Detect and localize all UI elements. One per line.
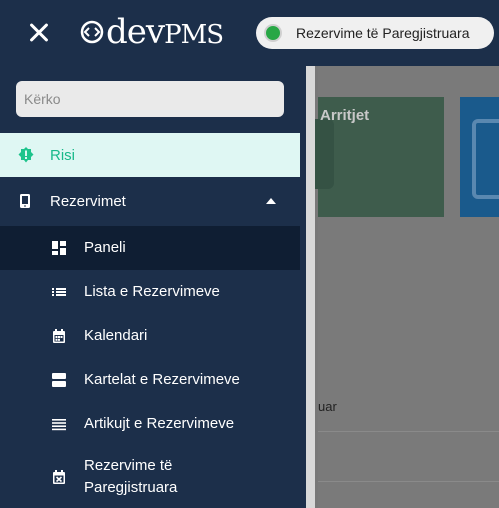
- divider: [318, 481, 499, 482]
- background-page: Arritjet uar: [308, 66, 499, 508]
- logo-text-pms: PMS: [164, 20, 224, 50]
- sidebar-item-risi[interactable]: Risi: [0, 133, 300, 177]
- blue-card: [460, 97, 499, 217]
- sidebar-scrollbar[interactable]: [306, 66, 315, 508]
- lines-icon: [52, 419, 66, 431]
- sidebar-item-kartelat[interactable]: Kartelat e Rezervimeve: [0, 358, 300, 402]
- sidebar-item-paregjistruara[interactable]: Rezervime të Paregjistruara: [0, 449, 300, 505]
- achievements-card: Arritjet: [308, 97, 444, 217]
- status-dot-icon: [264, 24, 282, 42]
- sidebar-item-lista[interactable]: Lista e Rezervimeve: [0, 270, 300, 314]
- sidebar-item-label: Rezervime të Paregjistruara: [84, 457, 178, 496]
- background-partial-text: uar: [318, 399, 337, 414]
- list-icon: [52, 288, 66, 296]
- calendar-x-icon: [53, 470, 65, 484]
- sidebar-item-rezervimet[interactable]: Rezervimet: [0, 179, 300, 223]
- logo-text-dev: dev: [106, 12, 165, 52]
- sidebar-item-paneli[interactable]: Paneli: [0, 226, 300, 270]
- alert-badge-icon: [18, 147, 34, 163]
- app-logo[interactable]: dev PMS: [80, 10, 224, 54]
- calendar-icon: [53, 329, 65, 343]
- phone-icon: [20, 194, 30, 208]
- sidebar-item-label: Paneli: [84, 239, 126, 256]
- sidebar-item-label: Risi: [50, 146, 75, 164]
- sidebar-item-label: Rezervimet: [50, 192, 126, 210]
- sidebar-item-label: Lista e Rezervimeve: [84, 283, 220, 300]
- chevron-up-icon[interactable]: [266, 198, 276, 204]
- search-input[interactable]: [16, 81, 284, 117]
- dashboard-icon: [52, 241, 66, 255]
- close-icon[interactable]: [26, 20, 52, 46]
- blue-card-icon: [472, 119, 499, 199]
- status-label: Rezervime të Paregjistruara: [296, 25, 470, 41]
- top-header: dev PMS Rezervime të Paregjistruara: [0, 0, 499, 66]
- sidebar-item-label: Artikujt e Rezervimeve: [84, 415, 235, 432]
- achievements-card-label: Arritjet: [320, 107, 370, 124]
- sidebar-item-kalendari[interactable]: Kalendari: [0, 314, 300, 358]
- sidebar-item-label: Kartelat e Rezervimeve: [84, 371, 240, 388]
- cards-icon: [52, 373, 66, 387]
- sidebar-item-artikujt[interactable]: Artikujt e Rezervimeve: [0, 402, 300, 446]
- sidebar-item-label: Kalendari: [84, 327, 148, 344]
- unregistered-reservations-status[interactable]: Rezervime të Paregjistruara: [256, 17, 494, 49]
- divider: [318, 431, 499, 432]
- sidebar: Risi Rezervimet Paneli Lista e Rezervime…: [0, 66, 300, 508]
- logo-code-icon: [80, 20, 104, 44]
